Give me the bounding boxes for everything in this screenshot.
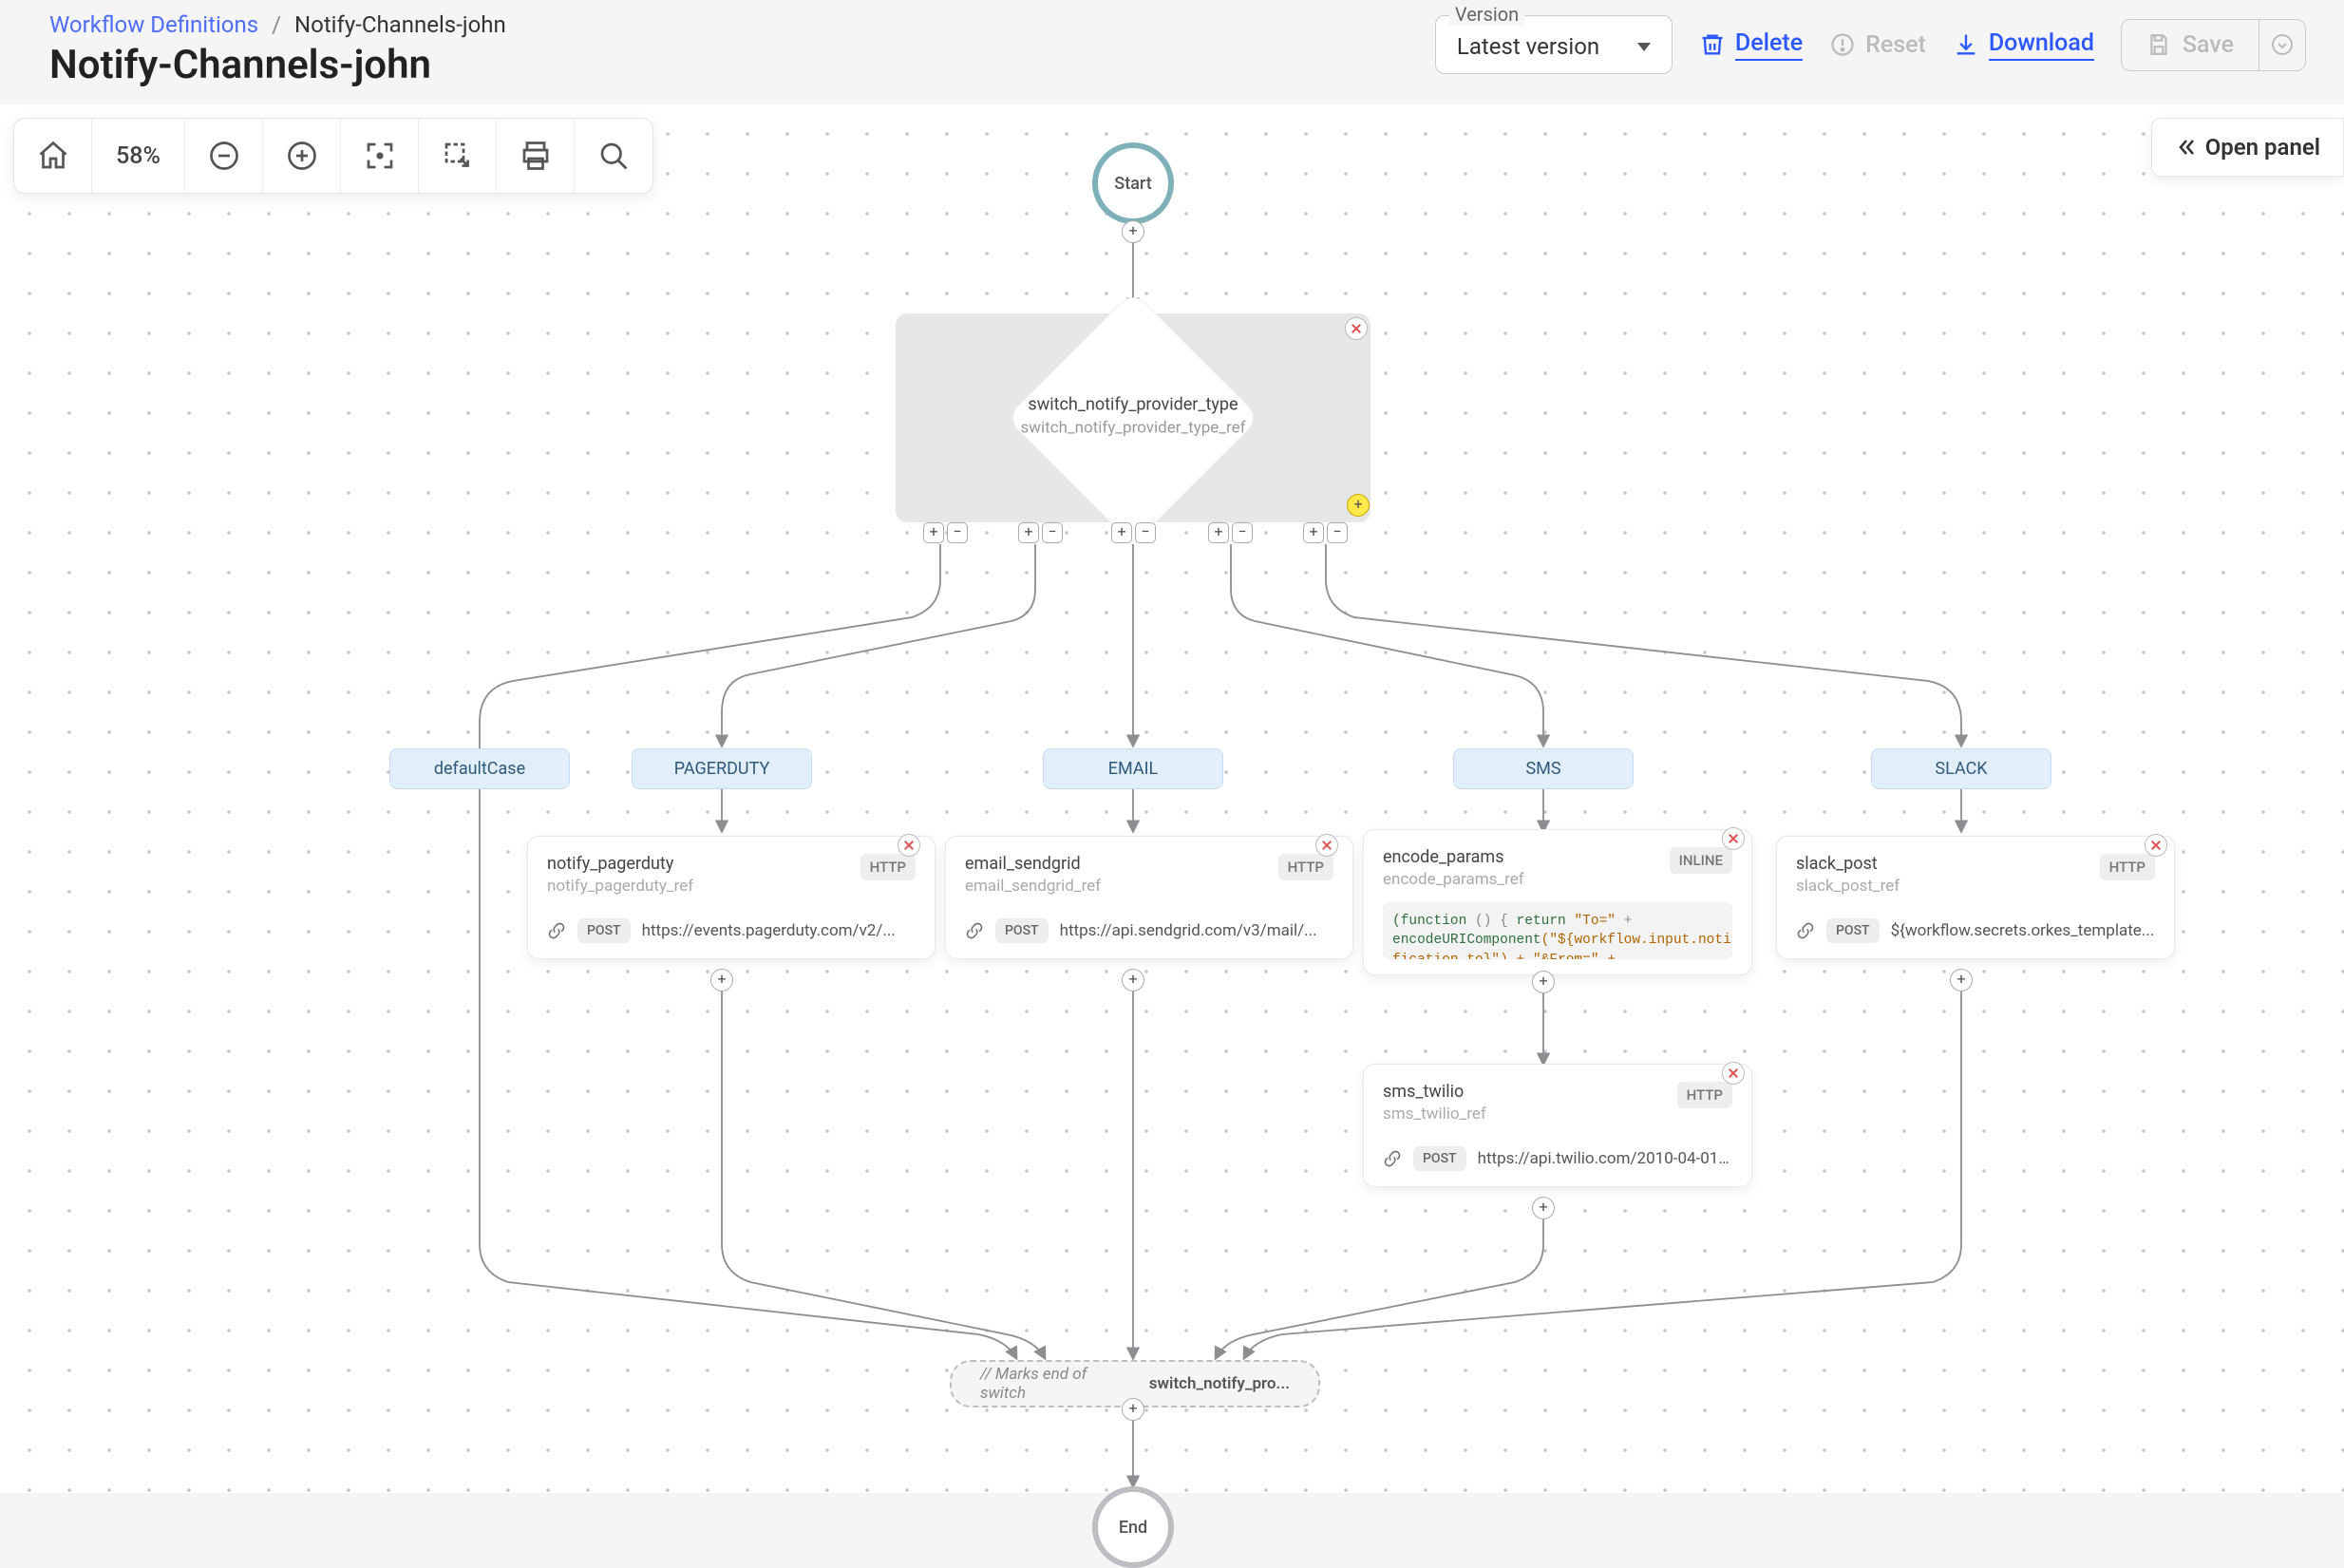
version-select[interactable]: Version Latest version: [1435, 15, 1673, 74]
fit-button[interactable]: [341, 119, 419, 193]
open-panel-label: Open panel: [2205, 134, 2320, 161]
version-legend: Version: [1449, 3, 1524, 26]
branch-pagerduty[interactable]: PAGERDUTY: [632, 748, 812, 789]
task-email-sendgrid[interactable]: email_sendgrid email_sendgrid_ref HTTP P…: [945, 836, 1353, 959]
branch-chip-default[interactable]: +−: [923, 522, 968, 543]
task-slack-post[interactable]: slack_post slack_post_ref HTTP POST ${wo…: [1776, 836, 2175, 959]
end-node[interactable]: End: [1092, 1486, 1174, 1568]
branch-chip-slack[interactable]: +−: [1303, 522, 1348, 543]
branch-chip-email[interactable]: +−: [1111, 522, 1156, 543]
home-button[interactable]: [14, 119, 92, 193]
switch-node-name: switch_notify_provider_type: [1000, 394, 1266, 414]
link-icon: [1796, 921, 1815, 940]
task-notify-pagerduty[interactable]: notify_pagerduty notify_pagerduty_ref HT…: [527, 836, 936, 959]
chevron-down-icon: [1637, 43, 1651, 51]
breadcrumb-separator: /: [272, 11, 281, 38]
delete-task-encode[interactable]: [1722, 827, 1745, 850]
add-after-pagerduty[interactable]: +: [710, 969, 733, 992]
link-icon: [547, 921, 566, 940]
open-panel-button[interactable]: Open panel: [2151, 118, 2344, 177]
add-after-join[interactable]: +: [1122, 1398, 1144, 1421]
task-type-badge: HTTP: [1677, 1082, 1732, 1108]
delete-task-sms[interactable]: [1722, 1062, 1745, 1085]
task-type-badge: HTTP: [1278, 854, 1333, 880]
download-button[interactable]: Download: [1953, 29, 2094, 61]
start-node[interactable]: Start: [1092, 142, 1174, 224]
save-dropdown-button: [2259, 20, 2305, 70]
canvas-toolbar: 58%: [13, 118, 653, 194]
add-after-encode[interactable]: +: [1532, 971, 1555, 993]
search-button[interactable]: [575, 119, 652, 193]
reset-button: Reset: [1829, 31, 1926, 59]
delete-switch-node[interactable]: [1345, 317, 1368, 340]
breadcrumb-root-link[interactable]: Workflow Definitions: [49, 11, 258, 38]
version-value: Latest version: [1457, 33, 1599, 60]
switch-node-ref: switch_notify_provider_type_ref: [1000, 418, 1266, 437]
add-branch-button[interactable]: +: [1347, 494, 1370, 517]
save-button-group: Save: [2121, 19, 2306, 71]
selection-button[interactable]: [419, 119, 497, 193]
delete-task-slack[interactable]: [2145, 834, 2167, 857]
zoom-in-button[interactable]: [263, 119, 341, 193]
task-type-badge: INLINE: [1670, 847, 1732, 874]
print-button[interactable]: [497, 119, 575, 193]
branch-chip-pagerduty[interactable]: +−: [1018, 522, 1063, 543]
branch-slack[interactable]: SLACK: [1871, 748, 2051, 789]
page-title: Notify-Channels-john: [49, 42, 506, 88]
add-after-email[interactable]: +: [1122, 969, 1144, 992]
save-button: Save: [2122, 20, 2259, 70]
switch-node[interactable]: switch_notify_provider_type switch_notif…: [896, 313, 1370, 522]
zoom-level[interactable]: 58%: [92, 119, 185, 193]
inline-code-preview: (function () { return "To=" + encodeURIC…: [1383, 902, 1732, 959]
task-type-badge: HTTP: [2100, 854, 2155, 880]
task-type-badge: HTTP: [860, 854, 916, 880]
task-sms-twilio[interactable]: sms_twilio sms_twilio_ref HTTP POST http…: [1363, 1064, 1752, 1187]
branch-default[interactable]: defaultCase: [389, 748, 570, 789]
add-after-start[interactable]: +: [1122, 220, 1144, 243]
delete-task-email[interactable]: [1315, 834, 1338, 857]
add-after-sms[interactable]: +: [1532, 1197, 1555, 1219]
breadcrumb: Workflow Definitions / Notify-Channels-j…: [49, 11, 506, 38]
link-icon: [1383, 1149, 1402, 1168]
breadcrumb-current: Notify-Channels-john: [294, 11, 506, 38]
zoom-out-button[interactable]: [185, 119, 263, 193]
chevrons-left-icon: [2175, 136, 2198, 159]
delete-button[interactable]: Delete: [1699, 29, 1803, 61]
branch-email[interactable]: EMAIL: [1043, 748, 1223, 789]
link-icon: [965, 921, 984, 940]
delete-task-pagerduty[interactable]: [898, 834, 920, 857]
branch-chip-sms[interactable]: +−: [1208, 522, 1253, 543]
branch-sms[interactable]: SMS: [1453, 748, 1634, 789]
add-after-slack[interactable]: +: [1950, 969, 1973, 992]
task-encode-params[interactable]: encode_params encode_params_ref INLINE (…: [1363, 829, 1752, 975]
